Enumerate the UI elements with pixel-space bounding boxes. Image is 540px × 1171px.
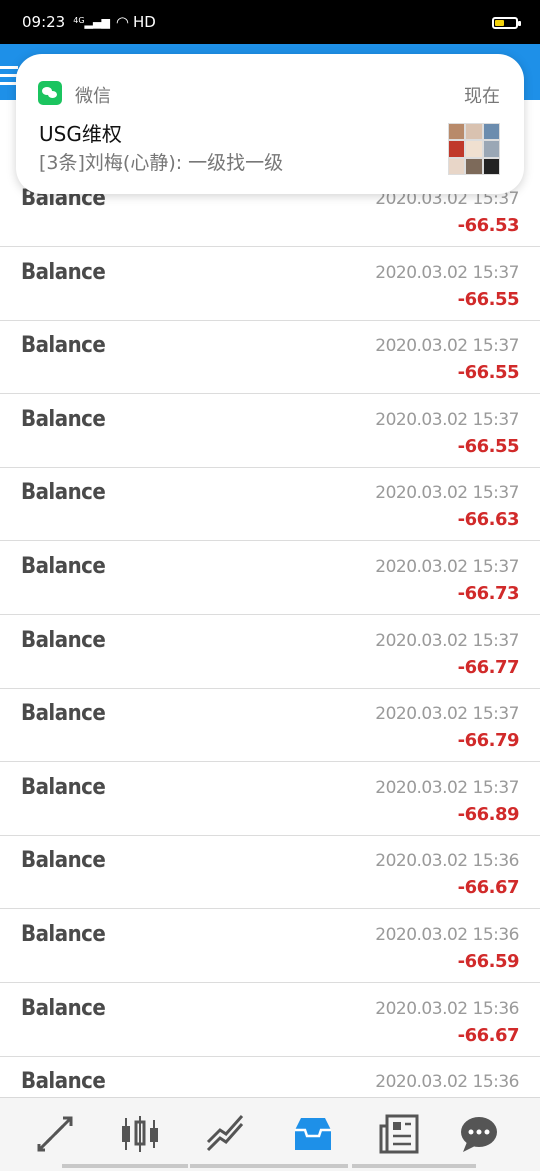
deal-row[interactable]: Balance 2020.03.02 15:37 -66.79 bbox=[0, 689, 540, 763]
status-time: 09:23 bbox=[22, 13, 66, 31]
deal-time: 2020.03.02 15:37 bbox=[375, 704, 519, 725]
history-list[interactable]: Balance 2020.03.02 15:37 -66.53 Balance 2020… bbox=[0, 187, 540, 1097]
history-inbox-icon[interactable] bbox=[291, 1112, 335, 1156]
deal-time: 2020.03.02 15:37 bbox=[375, 409, 519, 430]
trade-lines-icon[interactable] bbox=[204, 1112, 248, 1156]
notification-time: 现在 bbox=[464, 86, 500, 106]
deal-row[interactable]: Balance 2020.03.02 15:36 -66.59 bbox=[0, 910, 540, 983]
candlestick-chart-icon[interactable] bbox=[118, 1112, 162, 1156]
network-type: 4G bbox=[73, 15, 85, 25]
deal-amount: -66.55 bbox=[457, 435, 520, 457]
deal-row[interactable]: Balance 2020.03.02 15:37 -66.89 bbox=[0, 763, 540, 836]
chat-icon[interactable] bbox=[457, 1112, 501, 1156]
notification-card[interactable]: 微信 现在 USG维权 [3条]刘梅(心静): 一级找一级 bbox=[16, 54, 524, 194]
deal-amount: -66.79 bbox=[457, 730, 520, 752]
wifi-icon: ◠ bbox=[115, 13, 130, 31]
deal-type: Balance bbox=[21, 848, 106, 874]
notification-app-name: 微信 bbox=[75, 86, 111, 106]
quotes-arrows-icon[interactable] bbox=[33, 1112, 77, 1156]
deal-row[interactable]: Balance 2020.03.02 15:37 -66.73 bbox=[0, 542, 540, 615]
deal-time: 2020.03.02 15:37 bbox=[375, 262, 519, 283]
deal-amount: -66.53 bbox=[457, 215, 520, 236]
deal-row[interactable]: Balance 2020.03.02 15:36 -66.67 bbox=[0, 836, 540, 910]
hd-indicator: HD bbox=[133, 13, 156, 31]
wechat-icon bbox=[38, 81, 62, 105]
deal-amount: -66.55 bbox=[457, 288, 520, 310]
deal-type: Balance bbox=[21, 995, 106, 1021]
status-bar: 09:23 4G▂▄▆ ◠ HD bbox=[0, 0, 540, 44]
notification-body: [3条]刘梅(心静): 一级找一级 bbox=[39, 152, 284, 174]
deal-type: Balance bbox=[21, 259, 106, 285]
deal-type: Balance bbox=[21, 406, 106, 432]
deal-row[interactable]: Balance 2020.03.02 15:37 -66.77 bbox=[0, 616, 540, 689]
deal-time: 2020.03.02 15:36 bbox=[375, 1072, 519, 1093]
deal-type: Balance bbox=[21, 701, 106, 727]
deal-time: 2020.03.02 15:37 bbox=[375, 483, 519, 504]
cellular-signal-icon: 4G▂▄▆ bbox=[73, 15, 110, 29]
bottom-navigation bbox=[0, 1097, 540, 1171]
deal-amount: -66.77 bbox=[457, 656, 520, 678]
deal-row[interactable]: Balance 2020.03.02 15:37 -66.53 bbox=[0, 187, 540, 247]
gesture-bar bbox=[0, 1164, 540, 1170]
deal-type: Balance bbox=[21, 922, 106, 947]
deal-row[interactable]: Balance 2020.03.02 15:37 -66.55 bbox=[0, 395, 540, 468]
deal-row[interactable]: Balance 2020.03.02 15:36 bbox=[0, 1057, 540, 1097]
deal-time: 2020.03.02 15:36 bbox=[375, 998, 519, 1019]
deal-type: Balance bbox=[21, 1069, 106, 1095]
group-avatar bbox=[448, 123, 500, 175]
deal-row[interactable]: Balance 2020.03.02 15:36 -66.67 bbox=[0, 984, 540, 1057]
deal-row[interactable]: Balance 2020.03.02 15:37 -66.63 bbox=[0, 468, 540, 542]
deal-row[interactable]: Balance 2020.03.02 15:37 -66.55 bbox=[0, 248, 540, 321]
deal-amount: -66.73 bbox=[457, 583, 520, 604]
deal-time: 2020.03.02 15:36 bbox=[375, 851, 519, 872]
deal-type: Balance bbox=[21, 774, 106, 800]
battery-icon bbox=[492, 17, 521, 29]
news-icon[interactable] bbox=[377, 1112, 421, 1156]
deal-time: 2020.03.02 15:37 bbox=[375, 777, 519, 798]
deal-amount: -66.59 bbox=[457, 951, 520, 972]
deal-amount: -66.55 bbox=[457, 362, 520, 384]
deal-time: 2020.03.02 15:37 bbox=[375, 557, 519, 577]
deal-time: 2020.03.02 15:36 bbox=[375, 925, 519, 945]
deal-time: 2020.03.02 15:37 bbox=[375, 630, 519, 651]
battery-fill bbox=[495, 20, 504, 26]
deal-amount: -66.63 bbox=[457, 509, 520, 531]
deal-row[interactable]: Balance 2020.03.02 15:37 -66.55 bbox=[0, 321, 540, 395]
deal-amount: -66.67 bbox=[457, 1024, 520, 1046]
deal-type: Balance bbox=[21, 480, 106, 506]
deal-amount: -66.89 bbox=[457, 803, 520, 825]
deal-amount: -66.67 bbox=[457, 877, 520, 899]
notification-title: USG维权 bbox=[39, 122, 122, 146]
deal-type: Balance bbox=[21, 554, 106, 579]
deal-time: 2020.03.02 15:37 bbox=[375, 336, 519, 357]
deal-type: Balance bbox=[21, 627, 106, 653]
deal-type: Balance bbox=[21, 333, 106, 359]
